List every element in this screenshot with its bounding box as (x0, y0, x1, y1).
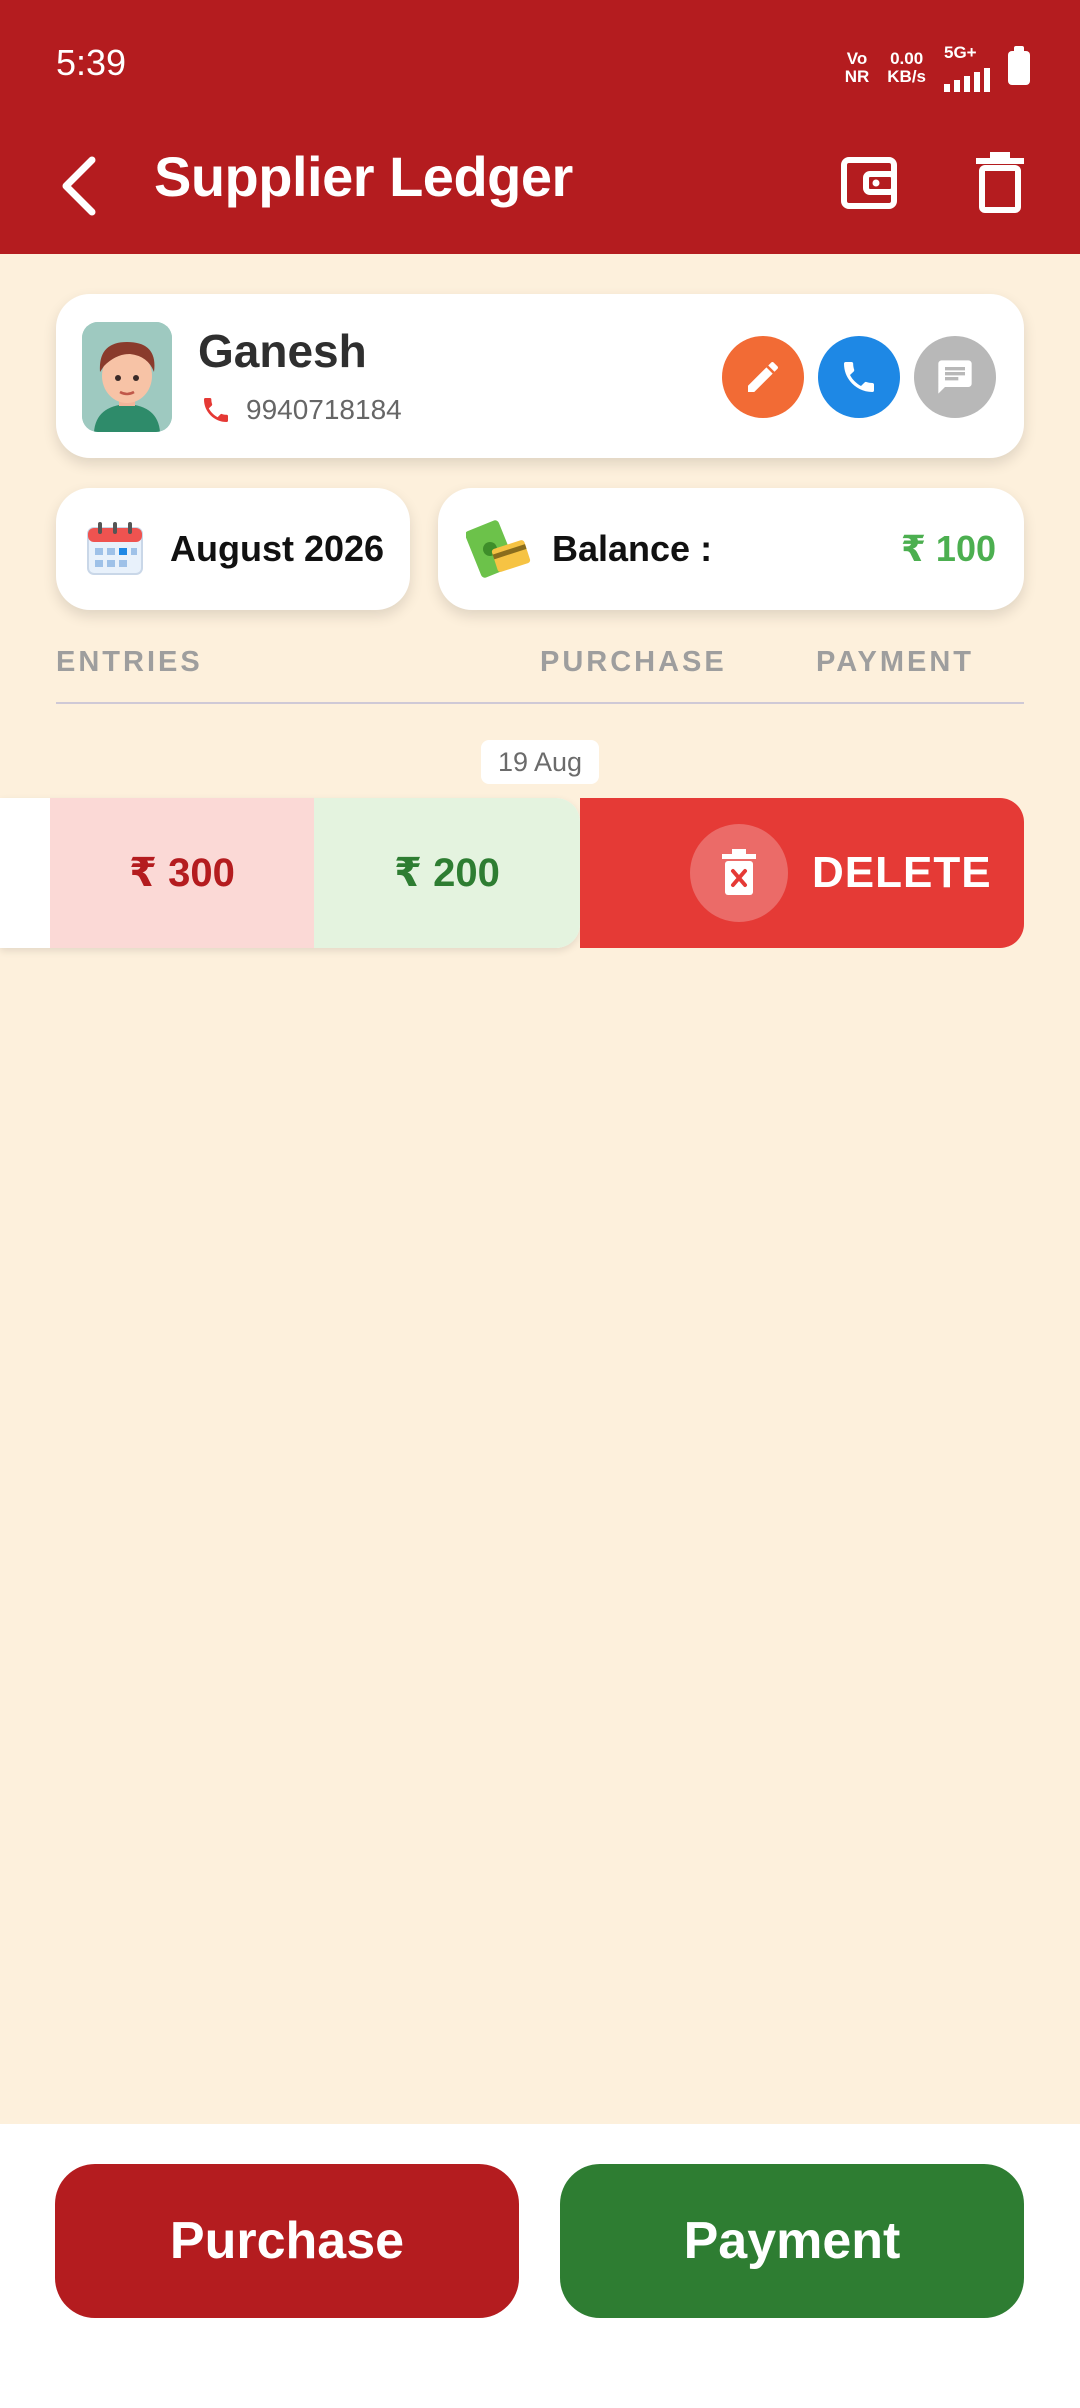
status-time: 5:39 (56, 42, 127, 83)
column-payment: PAYMENT (816, 646, 974, 678)
trash-icon (976, 152, 1024, 213)
supplier-name: Ganesh (198, 325, 367, 377)
volte-indicator: Vo NR (844, 49, 870, 86)
edit-supplier-button[interactable] (722, 336, 804, 418)
supplier-phone: 9940718184 (246, 394, 402, 425)
money-icon (466, 520, 531, 578)
month-selector[interactable]: August 2026 (56, 488, 410, 610)
signal-group: 5G+ (944, 44, 990, 92)
payment-button[interactable]: Payment (560, 2164, 1024, 2318)
network-type: 5G+ (944, 43, 977, 62)
date-group-chip: 19 Aug (481, 740, 599, 784)
network-speed: 0.00 KB/s (887, 49, 926, 86)
wallet-button[interactable] (840, 148, 898, 218)
balance-value: ₹ 100 (900, 528, 996, 569)
phone-icon (844, 362, 874, 392)
pencil-icon (748, 362, 778, 392)
avatar-icon (82, 322, 172, 432)
entry-purchase-amount: ₹ 300 (50, 798, 314, 948)
signal-icon (944, 62, 990, 92)
delete-label: DELETE (812, 848, 992, 897)
message-icon (938, 360, 972, 394)
battery-icon (1008, 46, 1030, 85)
ledger-entry-row[interactable]: ₹ 300 ₹ 200 (0, 798, 580, 948)
balance-card: Balance : ₹ 100 (438, 488, 1024, 610)
entry-payment-amount: ₹ 200 (314, 798, 580, 948)
message-button[interactable] (914, 336, 996, 418)
supplier-card: Ganesh 9940718184 (56, 294, 1024, 458)
avatar (82, 322, 172, 432)
delete-entry-button[interactable]: DELETE (580, 798, 1024, 948)
wallet-icon (841, 157, 897, 209)
call-button[interactable] (818, 336, 900, 418)
back-button[interactable] (54, 148, 114, 224)
delete-supplier-button[interactable] (970, 146, 1030, 218)
page-title: Supplier Ledger (154, 145, 573, 208)
calendar-icon (87, 522, 143, 575)
divider (56, 702, 1024, 704)
phone-icon (204, 398, 228, 422)
month-label: August 2026 (170, 528, 385, 569)
app-bar: Supplier Ledger (0, 126, 1080, 254)
status-bar: 5:39 Vo NR 0.00 KB/s 5G+ (0, 0, 1080, 126)
column-entries: ENTRIES (56, 646, 203, 678)
delete-icon (722, 849, 756, 895)
column-purchase: PURCHASE (540, 646, 727, 678)
status-indicators: Vo NR 0.00 KB/s 5G+ (845, 44, 1030, 92)
purchase-button[interactable]: Purchase (55, 2164, 519, 2318)
back-arrow-icon (62, 156, 96, 216)
bottom-action-bar: Purchase Payment (0, 2124, 1080, 2408)
balance-label: Balance : (552, 528, 713, 569)
delete-icon-circle (690, 824, 788, 922)
supplier-phone-row: 9940718184 (200, 394, 402, 426)
ledger-column-headers: ENTRIES PURCHASE PAYMENT (56, 640, 1024, 704)
